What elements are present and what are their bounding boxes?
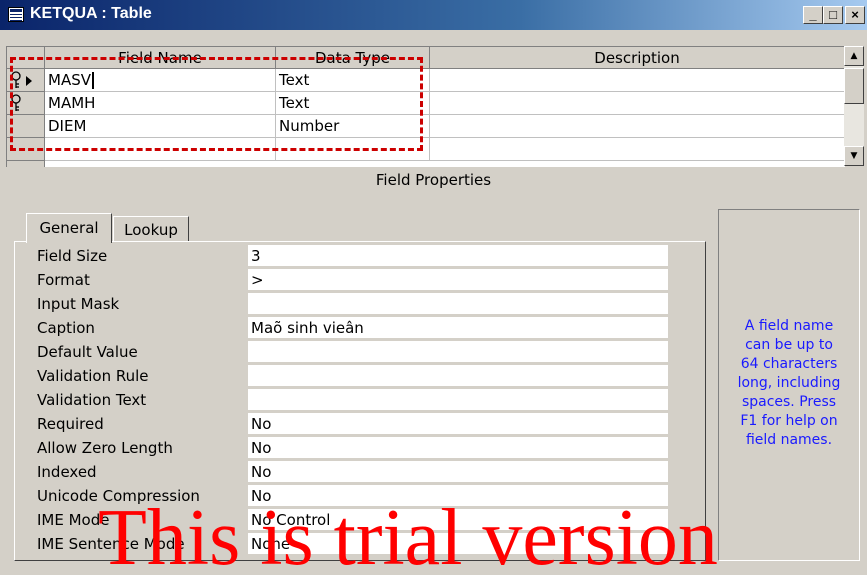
description-cell[interactable] — [430, 69, 845, 92]
vertical-scrollbar[interactable]: ▲ ▼ — [844, 46, 864, 166]
trial-watermark: This is trial version — [98, 494, 718, 582]
prop-allow-zero-length-value[interactable]: No — [248, 437, 668, 459]
scroll-thumb[interactable] — [844, 68, 864, 104]
prop-field-size-value[interactable]: 3 — [248, 245, 668, 267]
tab-lookup[interactable]: Lookup — [113, 216, 189, 242]
help-line: spaces. Press — [741, 394, 837, 410]
prop-format-label: Format — [37, 271, 90, 289]
prop-field-size-label: Field Size — [37, 247, 108, 265]
title-bar[interactable]: KETQUA : Table _ □ × — [0, 0, 867, 30]
description-cell[interactable] — [430, 138, 845, 161]
header-description[interactable]: Description — [430, 47, 845, 69]
help-text: A field name can be up to 64 characters … — [719, 317, 859, 450]
prop-required-label: Required — [37, 415, 104, 433]
prop-validation-text-label: Validation Text — [37, 391, 147, 409]
prop-indexed-label: Indexed — [37, 463, 97, 481]
tab-general[interactable]: General — [26, 213, 112, 243]
prop-caption-value[interactable]: Maõ sinh vieân — [248, 317, 668, 339]
field-properties-title: Field Properties — [375, 171, 492, 189]
prop-validation-rule-value[interactable] — [248, 365, 668, 387]
scroll-up-button[interactable]: ▲ — [844, 46, 864, 66]
table-design-window: KETQUA : Table _ □ × Field Name Data Typ… — [0, 0, 867, 582]
help-line: F1 for help on — [740, 413, 838, 429]
minimize-button[interactable]: _ — [803, 6, 823, 24]
close-button[interactable]: × — [845, 6, 865, 24]
help-line: field names. — [745, 432, 833, 448]
table-icon — [8, 7, 24, 22]
prop-allow-zero-length-label: Allow Zero Length — [37, 439, 173, 457]
prop-indexed-value[interactable]: No — [248, 461, 668, 483]
prop-required-value[interactable]: No — [248, 413, 668, 435]
prop-default-value-value[interactable] — [248, 341, 668, 363]
description-cell[interactable] — [430, 92, 845, 115]
help-line: A field name — [744, 318, 834, 334]
prop-caption-label: Caption — [37, 319, 95, 337]
scroll-down-button[interactable]: ▼ — [844, 146, 864, 166]
help-line: 64 characters — [740, 356, 838, 372]
description-cell[interactable] — [430, 115, 845, 138]
prop-default-value-label: Default Value — [37, 343, 138, 361]
primary-key-highlight-box — [10, 57, 423, 151]
prop-validation-text-value[interactable] — [248, 389, 668, 411]
help-panel: A field name can be up to 64 characters … — [718, 209, 860, 561]
help-line: can be up to — [745, 337, 833, 353]
prop-validation-rule-label: Validation Rule — [37, 367, 149, 385]
row-selector-5[interactable] — [7, 161, 45, 167]
prop-input-mask-label: Input Mask — [37, 295, 120, 313]
prop-input-mask-value[interactable] — [248, 293, 668, 315]
prop-format-value[interactable]: > — [248, 269, 668, 291]
help-line: long, including — [737, 375, 841, 391]
window-title: KETQUA : Table — [30, 5, 152, 22]
maximize-button[interactable]: □ — [823, 6, 843, 24]
